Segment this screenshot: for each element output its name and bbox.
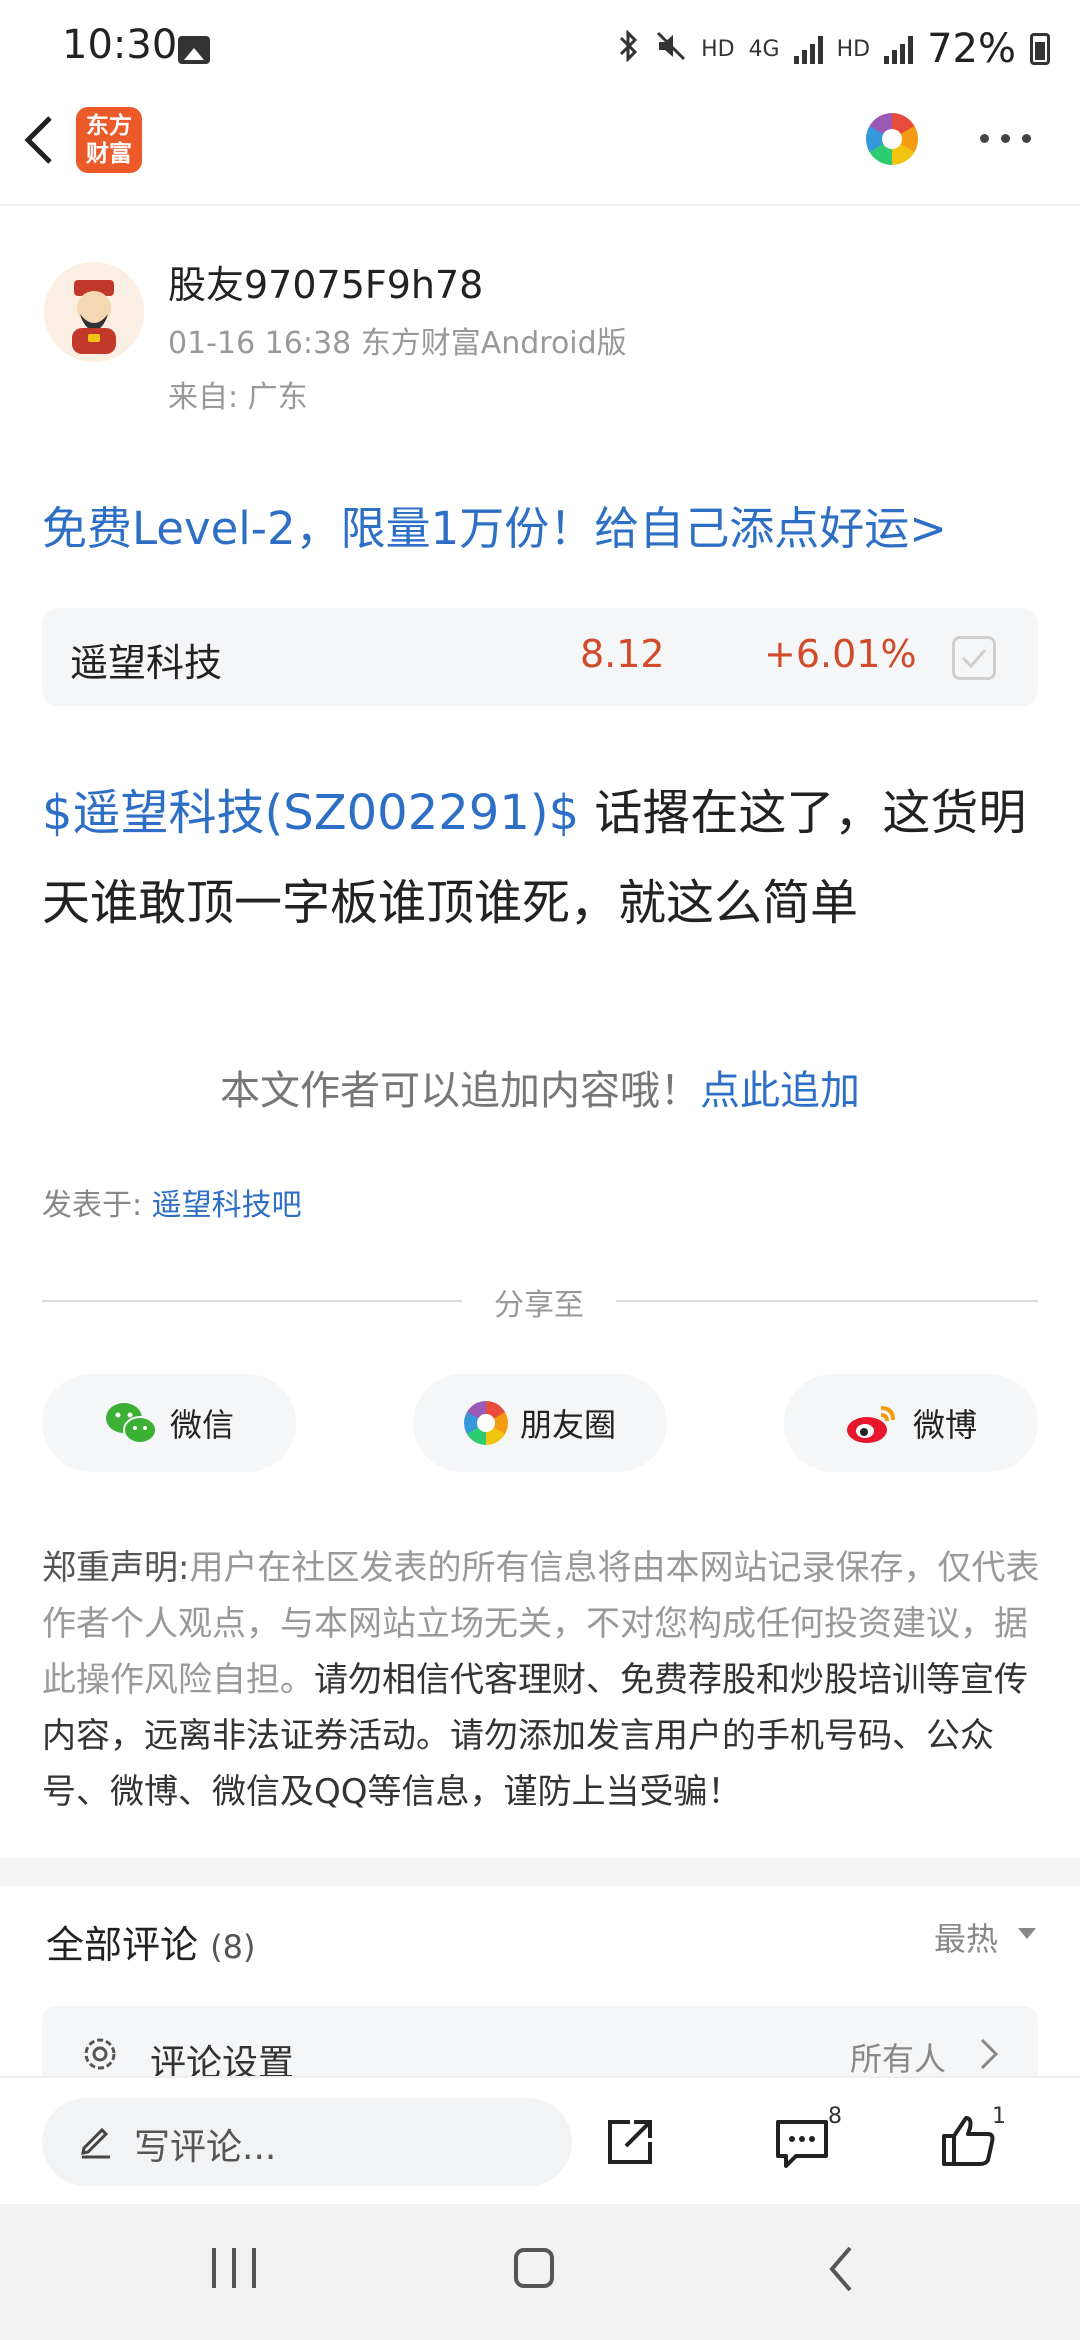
avatar-fortune-god-icon bbox=[44, 262, 144, 362]
4g-icon: 4G bbox=[748, 36, 780, 62]
post-meta: 01-16 16:38 东方财富Android版 bbox=[168, 326, 627, 361]
status-time: 10:30 bbox=[62, 22, 178, 68]
stock-price: 8.12 bbox=[580, 632, 665, 676]
comment-icon[interactable] bbox=[774, 2118, 830, 2170]
signal-icon bbox=[793, 34, 823, 64]
add-watchlist-checkbox[interactable] bbox=[952, 636, 996, 680]
promo-link[interactable]: 免费Level-2，限量1万份！给自己添点好运> bbox=[42, 492, 947, 557]
moments-icon bbox=[463, 1401, 508, 1445]
share-moments-label: 朋友圈 bbox=[519, 1406, 616, 1444]
hd-icon: HD bbox=[701, 36, 735, 62]
logo-line2: 财富 bbox=[86, 141, 132, 167]
append-hint: 本文作者可以追加内容哦！ bbox=[220, 1068, 700, 1114]
gallery-icon bbox=[178, 36, 210, 64]
posted-in: 发表于: 遥望科技吧 bbox=[42, 1180, 302, 1224]
back-arrow-icon bbox=[24, 116, 52, 164]
divider bbox=[616, 1300, 1038, 1302]
append-content-row: 本文作者可以追加内容哦！点此追加 bbox=[0, 1058, 1080, 1116]
caret-down-icon[interactable] bbox=[1018, 1928, 1036, 1939]
stock-tag-link[interactable]: $遥望科技(SZ002291)$ bbox=[42, 785, 579, 841]
disclaimer-title: 郑重声明: bbox=[42, 1548, 190, 1588]
share-weibo-button[interactable]: 微博 bbox=[784, 1374, 1038, 1472]
like-count-badge: 1 bbox=[992, 2104, 1006, 2129]
board-link[interactable]: 遥望科技吧 bbox=[152, 1188, 302, 1223]
write-comment-input[interactable] bbox=[42, 2098, 572, 2186]
comments-sort-dropdown[interactable]: 最热 bbox=[934, 1914, 998, 1960]
comments-title: 全部评论 bbox=[46, 1923, 199, 1967]
top-nav bbox=[0, 100, 1080, 206]
disclaimer: 郑重声明:用户在社区发表的所有信息将由本网站记录保存，仅代表作者个人观点，与本网… bbox=[42, 1540, 1042, 1820]
share-moments-button[interactable]: 朋友圈 bbox=[413, 1374, 667, 1472]
section-gap bbox=[0, 1858, 1080, 1886]
comments-header: 全部评论 (8) bbox=[46, 1914, 255, 1969]
signal-icon bbox=[884, 34, 914, 64]
avatar[interactable] bbox=[44, 262, 144, 362]
battery-percent: 72% bbox=[927, 26, 1016, 72]
check-icon bbox=[961, 649, 987, 669]
share-label: 分享至 bbox=[494, 1288, 584, 1323]
stock-name: 遥望科技 bbox=[70, 641, 223, 685]
share-wechat-label: 微信 bbox=[169, 1406, 234, 1444]
moments-aperture-icon[interactable] bbox=[866, 113, 918, 165]
share-weibo-label: 微博 bbox=[912, 1406, 977, 1444]
comment-count-badge: 8 bbox=[828, 2104, 842, 2129]
status-icons: HD 4G HD 72% bbox=[617, 24, 1050, 74]
comments-count: (8) bbox=[210, 1928, 256, 1966]
app-logo: 东方 财富 bbox=[76, 107, 142, 173]
system-back-button[interactable] bbox=[826, 2244, 856, 2294]
weibo-icon bbox=[846, 1406, 895, 1443]
wechat-icon bbox=[105, 1403, 157, 1444]
share-icon[interactable] bbox=[604, 2116, 656, 2168]
comment-settings-value: 所有人 bbox=[850, 2040, 947, 2078]
battery-icon bbox=[1030, 33, 1050, 65]
write-comment-placeholder[interactable]: 写评论... bbox=[134, 2118, 276, 2170]
chevron-right-icon bbox=[974, 2034, 1004, 2074]
share-wechat-button[interactable]: 微信 bbox=[42, 1374, 296, 1472]
bluetooth-icon bbox=[617, 29, 641, 68]
pencil-icon bbox=[76, 2120, 116, 2160]
posted-in-label: 发表于: bbox=[42, 1188, 152, 1223]
back-button[interactable] bbox=[20, 110, 60, 170]
mute-icon bbox=[655, 30, 687, 68]
more-options-icon[interactable] bbox=[980, 134, 1031, 143]
append-link[interactable]: 点此追加 bbox=[700, 1068, 860, 1114]
stock-change: +6.01% bbox=[764, 632, 917, 676]
logo-line1: 东方 bbox=[86, 113, 132, 139]
divider bbox=[42, 1300, 462, 1302]
home-button[interactable] bbox=[514, 2248, 554, 2288]
post-location: 来自: 广东 bbox=[168, 380, 308, 415]
recent-apps-button[interactable] bbox=[212, 2248, 256, 2288]
author-name[interactable]: 股友97075F9h78 bbox=[168, 254, 483, 309]
post-content: $遥望科技(SZ002291)$ 话撂在这了，这货明天谁敢顶一字板谁顶谁死，就这… bbox=[42, 768, 1042, 948]
like-icon[interactable] bbox=[940, 2112, 998, 2170]
hd-icon: HD bbox=[836, 36, 871, 62]
gear-icon bbox=[78, 2032, 122, 2076]
